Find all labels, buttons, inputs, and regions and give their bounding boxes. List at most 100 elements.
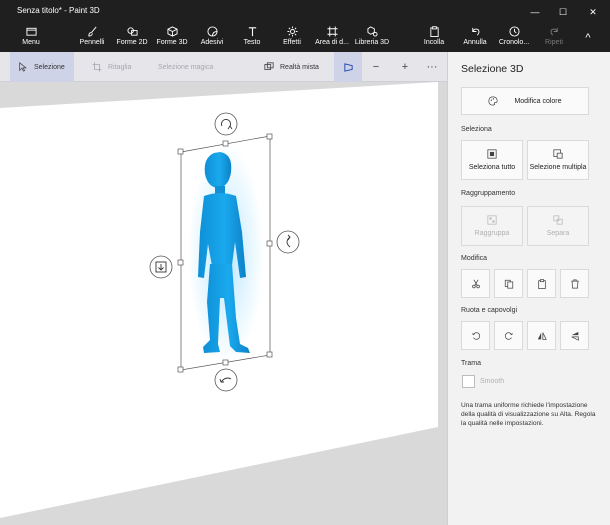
sticker-icon: [206, 26, 218, 37]
select-all-button[interactable]: Seleziona tutto: [461, 140, 523, 180]
group-icon: [487, 215, 497, 225]
more-options-button[interactable]: ···: [418, 52, 446, 82]
rotate-section-label: Ruota e capovolgi: [461, 307, 518, 314]
paint3d-window: Senza titolo* - Paint 3D — ☐ ✕ Menu Penn…: [0, 0, 610, 525]
flip-vertical-icon: [570, 331, 579, 341]
ungroup-label: Separa: [546, 230, 570, 237]
collapse-ribbon-button[interactable]: ^: [580, 24, 596, 52]
edit-section-label: Modifica: [461, 255, 488, 262]
edit-color-label: Modifica colore: [514, 97, 562, 105]
panel-title: Selezione 3D: [461, 63, 524, 75]
paste-button[interactable]: [527, 269, 556, 298]
history-icon: [508, 26, 520, 37]
redo-icon: [550, 27, 558, 36]
mixed-reality-label: Realtà mista: [280, 63, 319, 71]
shapes3d-button[interactable]: Forme 3D: [156, 24, 188, 52]
menu-button[interactable]: Menu: [18, 24, 44, 52]
paste-label: Incolla: [423, 39, 445, 46]
folder-icon: [25, 27, 37, 36]
select-tool-label: Selezione: [34, 63, 65, 71]
multi-select-button[interactable]: Selezione multipla: [527, 140, 589, 180]
rotate-x-handle-icon[interactable]: [214, 112, 238, 136]
flip-horizontal-button[interactable]: [527, 321, 556, 350]
rotate-right-icon: [504, 331, 513, 340]
redo-button[interactable]: Ripeti: [543, 24, 565, 52]
crop-tool-label: Ritaglia: [108, 63, 132, 71]
canvas-button[interactable]: Area di d...: [314, 24, 350, 52]
brushes-button[interactable]: Pennelli: [79, 24, 105, 52]
perspective-view-button[interactable]: [334, 52, 362, 82]
cut-button[interactable]: [461, 269, 490, 298]
flip-vertical-button[interactable]: [560, 321, 589, 350]
brushes-label: Pennelli: [79, 39, 105, 46]
trash-icon: [570, 278, 579, 289]
mixed-reality-button[interactable]: Realtà mista: [264, 52, 319, 82]
undo-button[interactable]: Annulla: [462, 24, 488, 52]
stickers-button[interactable]: Adesivi: [200, 24, 224, 52]
cube-icon: [166, 26, 178, 37]
clipboard-icon: [537, 278, 546, 289]
magic-select-button[interactable]: Selezione magica: [158, 52, 213, 82]
crop-icon: [92, 62, 102, 72]
minimize-button[interactable]: —: [520, 0, 550, 24]
library-3d-icon: [366, 26, 378, 37]
canvas-label: Area di d...: [315, 39, 349, 46]
group-label: Raggruppa: [474, 230, 510, 237]
texture-description: Una trama uniforme richiede l'impostazio…: [461, 402, 596, 428]
library3d-label: Libreria 3D: [354, 39, 390, 46]
redo-label: Ripeti: [545, 39, 563, 46]
select-tool-button[interactable]: Selezione: [10, 52, 74, 82]
select-all-icon: [487, 149, 497, 159]
smooth-label: Smooth: [480, 378, 505, 385]
chevron-up-icon: ^: [585, 32, 591, 44]
text-icon: [248, 27, 256, 37]
library3d-button[interactable]: Libreria 3D: [354, 24, 390, 52]
rotate-left-icon: [471, 331, 480, 340]
shapes2d-button[interactable]: Forme 2D: [116, 24, 148, 52]
shapes3d-label: Forme 3D: [156, 39, 188, 46]
depth-handle-icon[interactable]: [149, 255, 173, 279]
close-button[interactable]: ✕: [578, 0, 608, 24]
rotate-y-handle-icon[interactable]: [276, 230, 300, 254]
effects-button[interactable]: Effetti: [281, 24, 303, 52]
window-title: Senza titolo* - Paint 3D: [17, 6, 100, 15]
edit-color-button[interactable]: Modifica colore: [461, 87, 589, 115]
mixed-reality-icon: [264, 62, 274, 70]
rotate-left-button[interactable]: [461, 321, 490, 350]
ungroup-button[interactable]: Separa: [527, 206, 589, 246]
sun-icon: [286, 26, 298, 37]
title-bar: Senza titolo* - Paint 3D — ☐ ✕: [0, 0, 610, 24]
clipboard-icon: [429, 26, 439, 37]
zoom-in-button[interactable]: +: [391, 52, 419, 82]
text-label: Testo: [243, 39, 261, 46]
canvas-area[interactable]: [0, 82, 447, 525]
ungroup-icon: [553, 215, 563, 225]
group-button[interactable]: Raggruppa: [461, 206, 523, 246]
smooth-checkbox[interactable]: [462, 375, 475, 388]
menu-label: Menu: [22, 39, 40, 46]
cursor-icon: [19, 62, 27, 72]
delete-button[interactable]: [560, 269, 589, 298]
rotate-right-button[interactable]: [494, 321, 523, 350]
maximize-button[interactable]: ☐: [548, 0, 578, 24]
texture-section-label: Trama: [461, 360, 481, 367]
stickers-label: Adesivi: [200, 39, 224, 46]
rotate-z-handle-icon[interactable]: [214, 368, 238, 392]
select-section-label: Seleziona: [461, 126, 492, 133]
brush-icon: [87, 26, 97, 37]
history-button[interactable]: Cronolo...: [498, 24, 530, 52]
text-button[interactable]: Testo: [242, 24, 262, 52]
selection-3d-panel: Selezione 3D Modifica colore Seleziona S…: [447, 52, 610, 525]
ribbon: Menu Pennelli Forme 2D Forme 3D Adesivi …: [0, 24, 610, 52]
scissors-icon: [471, 279, 480, 288]
paste-button[interactable]: Incolla: [422, 24, 446, 52]
shapes2d-label: Forme 2D: [116, 39, 148, 46]
flip-horizontal-icon: [537, 331, 547, 340]
canvas-icon: [326, 26, 338, 37]
multi-select-icon: [553, 149, 563, 159]
zoom-out-button[interactable]: −: [362, 52, 390, 82]
selected-3d-figure[interactable]: [188, 144, 264, 364]
copy-button[interactable]: [494, 269, 523, 298]
selection-toolbar: Selezione Ritaglia Selezione magica Real…: [0, 52, 447, 82]
crop-tool-button[interactable]: Ritaglia: [92, 52, 131, 82]
